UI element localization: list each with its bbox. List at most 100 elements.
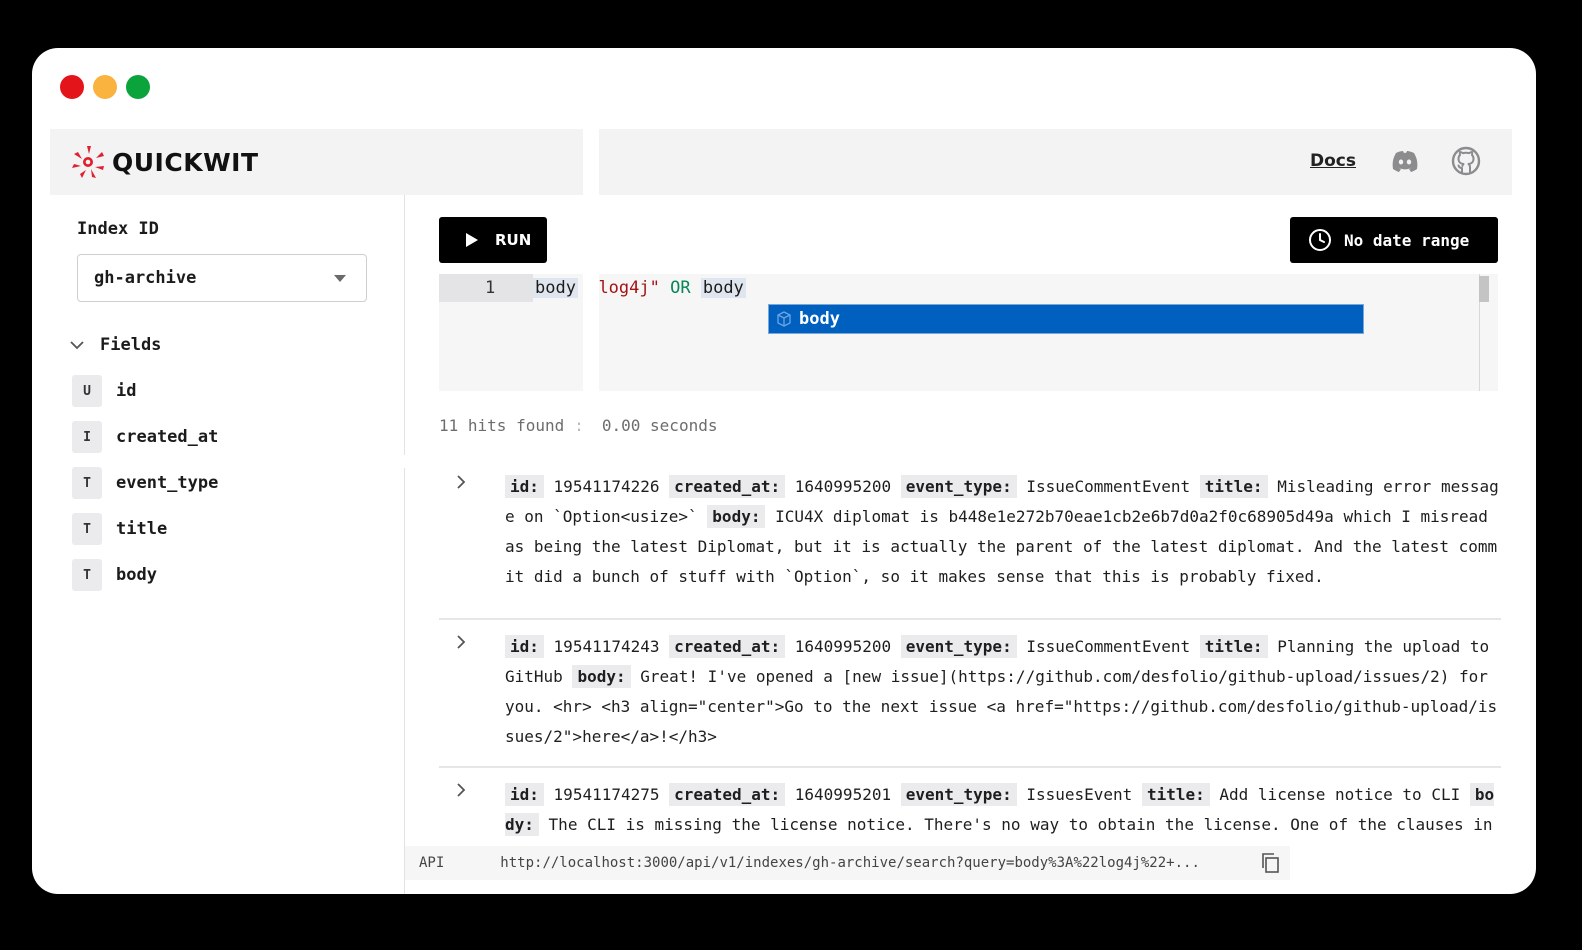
date-range-label: No date range	[1344, 230, 1470, 250]
result-row[interactable]: id: 19541174275 created_at: 1640995201 e…	[439, 768, 1501, 848]
play-icon	[466, 233, 478, 247]
hits-count: 11 hits found	[439, 416, 565, 435]
run-label: RUN	[495, 231, 532, 249]
editor-divider	[583, 274, 599, 391]
field-value: IssuesEvent	[1026, 785, 1133, 804]
field-value: 19541174243	[553, 637, 660, 656]
date-range-button[interactable]: No date range	[1290, 217, 1498, 263]
field-value: 19541174226	[553, 477, 660, 496]
field-name: id	[116, 381, 137, 401]
query-token: body	[533, 278, 578, 298]
api-url-bar: API http://localhost:3000/api/v1/indexes…	[405, 846, 1290, 880]
summary-separator: :	[574, 416, 584, 435]
field-name: event_type	[116, 473, 219, 493]
field-item[interactable]: U id	[72, 375, 136, 407]
suggestion-label: body	[799, 309, 840, 329]
index-id-label: Index ID	[77, 219, 159, 239]
autocomplete-suggestion[interactable]: body	[768, 304, 1364, 334]
discord-icon[interactable]	[1391, 149, 1419, 175]
github-icon[interactable]	[1451, 146, 1481, 176]
field-key: id:	[505, 635, 544, 658]
field-value: IssueCommentEvent	[1026, 477, 1191, 496]
result-content: id: 19541174226 created_at: 1640995200 e…	[505, 472, 1501, 592]
field-item[interactable]: T title	[72, 513, 167, 545]
query-token: OR	[670, 278, 691, 298]
field-key: title:	[1199, 635, 1268, 658]
field-key: event_type:	[900, 635, 1017, 658]
app-window: QUICKWIT Docs Index ID gh-archive Fields…	[32, 48, 1536, 894]
query-token: body	[700, 278, 746, 298]
copy-icon[interactable]	[1260, 852, 1280, 874]
field-type-badge: T	[72, 513, 102, 545]
field-value: Add license notice to CLI	[1219, 785, 1461, 804]
search-time: 0.00 seconds	[601, 416, 718, 435]
field-key: title:	[1141, 783, 1210, 806]
close-window-button[interactable]	[60, 75, 84, 99]
field-type-badge: U	[72, 375, 102, 407]
field-key: created_at:	[669, 783, 786, 806]
query-token	[660, 278, 670, 298]
editor-scrollbar[interactable]	[1479, 276, 1489, 302]
field-key: created_at:	[669, 475, 786, 498]
field-type-badge: T	[72, 467, 102, 499]
caret-down-icon	[334, 275, 346, 282]
field-value: IssueCommentEvent	[1026, 637, 1191, 656]
query-token	[691, 278, 701, 298]
minimize-window-button[interactable]	[93, 75, 117, 99]
chevron-right-icon[interactable]	[455, 782, 467, 798]
field-key: created_at:	[669, 635, 786, 658]
field-item[interactable]: I created_at	[72, 421, 218, 453]
field-type-badge: T	[72, 559, 102, 591]
docs-link[interactable]: Docs	[1310, 151, 1356, 171]
field-value: 1640995201	[794, 785, 892, 804]
field-key: id:	[505, 475, 544, 498]
cube-icon	[777, 311, 791, 327]
query-editor[interactable]: 1 body 'log4j" OR body body	[439, 274, 1498, 391]
sidebar: Index ID gh-archive Fields U id I create…	[50, 195, 405, 894]
editor-gutter: 1	[439, 274, 533, 302]
result-content: id: 19541174243 created_at: 1640995200 e…	[505, 632, 1501, 752]
field-key: event_type:	[900, 783, 1017, 806]
chevron-down-icon	[70, 341, 84, 350]
chevron-right-icon[interactable]	[455, 634, 467, 650]
field-key: body:	[707, 505, 766, 528]
top-nav: Docs	[599, 129, 1512, 195]
result-content: id: 19541174275 created_at: 1640995201 e…	[505, 780, 1501, 848]
field-key: title:	[1199, 475, 1268, 498]
index-select-value: gh-archive	[94, 268, 197, 288]
maximize-window-button[interactable]	[126, 75, 150, 99]
field-value: The CLI is missing the license notice. T…	[505, 815, 1493, 848]
query-line[interactable]: body 'log4j" OR body	[533, 278, 746, 298]
field-type-badge: I	[72, 421, 102, 453]
field-key: event_type:	[900, 475, 1017, 498]
api-url[interactable]: http://localhost:3000/api/v1/indexes/gh-…	[500, 855, 1200, 871]
field-key: id:	[505, 783, 544, 806]
result-row[interactable]: id: 19541174243 created_at: 1640995200 e…	[439, 620, 1501, 768]
field-name: created_at	[116, 427, 219, 447]
result-row[interactable]: id: 19541174226 created_at: 1640995200 e…	[439, 468, 1501, 620]
window-controls	[60, 75, 150, 99]
results-summary: 11 hits found:0.00 seconds	[439, 416, 717, 435]
results-list: id: 19541174226 created_at: 1640995200 e…	[439, 468, 1501, 848]
field-value: 19541174275	[553, 785, 660, 804]
sidebar-divider	[404, 468, 405, 894]
clock-icon	[1309, 229, 1331, 251]
run-button[interactable]: RUN	[439, 217, 547, 263]
index-select[interactable]: gh-archive	[77, 254, 367, 302]
fields-toggle[interactable]: Fields	[70, 335, 161, 355]
field-name: body	[116, 565, 157, 585]
quickwit-logo-icon[interactable]	[70, 144, 106, 180]
chevron-right-icon[interactable]	[455, 474, 467, 490]
fields-title: Fields	[100, 335, 162, 355]
field-item[interactable]: T body	[72, 559, 157, 591]
brand-name: QUICKWIT	[112, 147, 259, 177]
field-value: Great! I've opened a [new issue](https:/…	[505, 667, 1498, 746]
field-item[interactable]: T event_type	[72, 467, 218, 499]
field-key: body:	[572, 665, 631, 688]
line-number: 1	[485, 278, 496, 298]
field-value: 1640995200	[794, 637, 892, 656]
sidebar-divider	[404, 195, 405, 455]
api-label: API	[419, 855, 445, 871]
logo-bar: QUICKWIT	[50, 129, 583, 195]
field-value: 1640995200	[794, 477, 892, 496]
